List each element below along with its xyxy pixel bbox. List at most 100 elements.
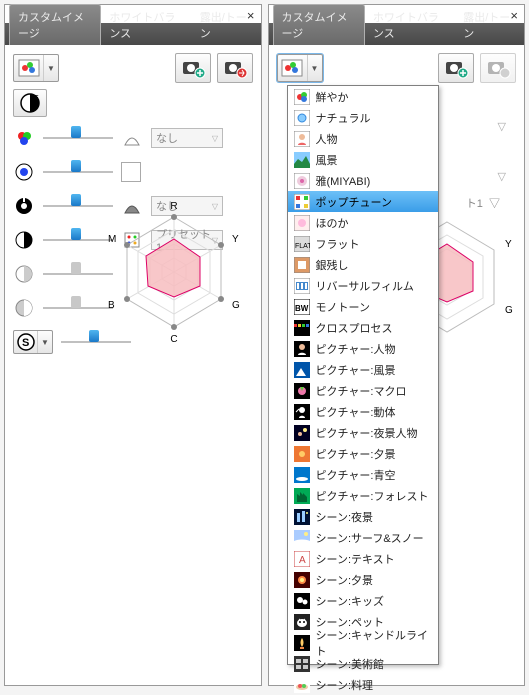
sharpness-dropdown[interactable]: S ▼ (13, 330, 53, 354)
menu-item-label: シーン:キャンドルライト (316, 627, 432, 659)
svg-text:M: M (108, 234, 116, 245)
copy-camera-arrow-icon (222, 57, 248, 79)
copy-camera-arrow-icon (485, 57, 511, 79)
tab-exposure-tone[interactable]: 露出/トーン (455, 5, 520, 45)
menu-item-label: ピクチャー:フォレスト (316, 488, 429, 504)
menu-item-label: シーン:夕景 (316, 572, 374, 588)
menu-item-icon (294, 257, 310, 273)
image-style-menu[interactable]: 鮮やかナチュラル人物風景雅(MIYABI) ポップチューンほのか FLATフラット銀… (287, 85, 439, 665)
contrast-ci-button[interactable]: E (13, 89, 47, 117)
menu-item[interactable]: ピクチャー:動体 (288, 401, 438, 422)
menu-item[interactable]: ピクチャー:人物 (288, 338, 438, 359)
menu-item[interactable]: ピクチャー:青空 (288, 464, 438, 485)
tab-custom-image[interactable]: カスタムイメージ (273, 4, 365, 45)
copy-from-button[interactable] (217, 53, 253, 83)
menu-item[interactable]: 鮮やか (288, 86, 438, 107)
menu-item-icon: FLAT (294, 236, 310, 252)
menu-item[interactable]: ポップチューン (288, 191, 438, 212)
menu-item-label: シーン:テキスト (316, 551, 395, 567)
menu-item-label: シーン:夜景 (316, 509, 374, 525)
hue-icon (13, 161, 35, 183)
menu-item[interactable]: 風景 (288, 149, 438, 170)
menu-item[interactable]: FLATフラット (288, 233, 438, 254)
chevron-down-icon: ▼ (38, 331, 52, 353)
menu-item-label: ピクチャー:青空 (316, 467, 396, 483)
key-icon (13, 195, 35, 217)
menu-item[interactable]: リバーサルフィルム (288, 275, 438, 296)
menu-item-label: シーン:キッズ (316, 593, 385, 609)
shadow-icon (13, 297, 35, 319)
menu-item-icon (294, 425, 310, 441)
image-style-dropdown[interactable]: ▼ (13, 54, 59, 82)
menu-item-icon (294, 215, 310, 231)
bg-combo-hint: ▽ (498, 170, 506, 183)
tab-white-balance[interactable]: ホワイトバランス (101, 5, 191, 45)
hue-slider[interactable] (43, 165, 113, 179)
menu-item-icon (294, 614, 310, 630)
menu-item[interactable]: シーン:料理 (288, 674, 438, 695)
menu-item[interactable]: ほのか (288, 212, 438, 233)
menu-item[interactable]: BW モノトーン (288, 296, 438, 317)
menu-item[interactable]: ピクチャー:風景 (288, 359, 438, 380)
menu-item[interactable]: ナチュラル (288, 107, 438, 128)
menu-item[interactable]: シーン:キッズ (288, 590, 438, 611)
menu-item[interactable]: シーン:キャンドルライト (288, 632, 438, 653)
svg-text:G: G (232, 300, 240, 311)
menu-item[interactable]: 銀残し (288, 254, 438, 275)
menu-item-icon (294, 572, 310, 588)
copy-to-button[interactable] (175, 53, 211, 83)
menu-item-icon: A (294, 551, 310, 567)
menu-item-label: モノトーン (316, 299, 370, 315)
menu-item-label: リバーサルフィルム (316, 278, 414, 294)
menu-item-icon (294, 404, 310, 420)
menu-item[interactable]: クロスプロセス (288, 317, 438, 338)
menu-item-icon (294, 656, 310, 672)
copy-to-button[interactable] (438, 53, 474, 83)
menu-item[interactable]: ピクチャー:マクロ (288, 380, 438, 401)
menu-item-label: 雅(MIYABI) (316, 173, 371, 189)
contrast-shape-icon (121, 127, 143, 149)
menu-item-label: シーン:料理 (316, 677, 374, 693)
menu-item-icon (294, 278, 310, 294)
menu-item-icon (294, 110, 310, 126)
contrast-combo[interactable]: なし▽ (151, 128, 223, 148)
menu-item-icon (294, 383, 310, 399)
menu-item[interactable]: ピクチャー:フォレスト (288, 485, 438, 506)
menu-item[interactable]: ピクチャー:夜景人物 (288, 422, 438, 443)
menu-item-label: シーン:美術館 (316, 656, 385, 672)
menu-item[interactable]: ピクチャー:夕景 (288, 443, 438, 464)
menu-item-icon (294, 446, 310, 462)
menu-item-label: 鮮やか (316, 89, 349, 105)
chevron-down-icon: ▼ (308, 55, 322, 81)
svg-text:A: A (299, 555, 306, 566)
image-style-dropdown-open[interactable]: ▼ (277, 54, 323, 82)
menu-item-label: ピクチャー:マクロ (316, 383, 407, 399)
color-swatch[interactable] (121, 162, 141, 182)
menu-item[interactable]: 雅(MIYABI) (288, 170, 438, 191)
menu-item-icon (294, 320, 310, 336)
menu-item[interactable]: シーン:夕景 (288, 569, 438, 590)
menu-item-label: ほのか (316, 215, 349, 231)
tabbar: カスタムイメージ ホワイトバランス 露出/トーン (5, 23, 261, 45)
menu-item[interactable]: シーン:サーフ&スノー (288, 527, 438, 548)
highlight-icon (13, 263, 35, 285)
palette-icon (281, 59, 303, 77)
tab-custom-image[interactable]: カスタムイメージ (9, 4, 101, 45)
svg-text:Y: Y (232, 234, 239, 245)
menu-item[interactable]: 人物 (288, 128, 438, 149)
menu-item-label: 風景 (316, 152, 338, 168)
saturation-slider[interactable] (43, 131, 113, 145)
menu-item[interactable]: シーン:夜景 (288, 506, 438, 527)
menu-item[interactable]: A シーン:テキスト (288, 548, 438, 569)
tab-white-balance[interactable]: ホワイトバランス (365, 5, 455, 45)
menu-item-icon (294, 530, 310, 546)
panel-right: カスタムイメージ × カスタムイメージ ホワイトバランス 露出/トーン ▼ (268, 4, 526, 686)
panel-left: カスタムイメージ × カスタムイメージ ホワイトバランス 露出/トーン ▼ (4, 4, 262, 686)
menu-item-label: ピクチャー:風景 (316, 362, 396, 378)
menu-item-label: ピクチャー:人物 (316, 341, 396, 357)
tab-exposure-tone[interactable]: 露出/トーン (192, 5, 257, 45)
menu-item-label: ポップチューン (316, 194, 392, 210)
menu-item-icon (294, 173, 310, 189)
menu-item-icon: BW (294, 299, 310, 315)
menu-item-icon (294, 89, 310, 105)
